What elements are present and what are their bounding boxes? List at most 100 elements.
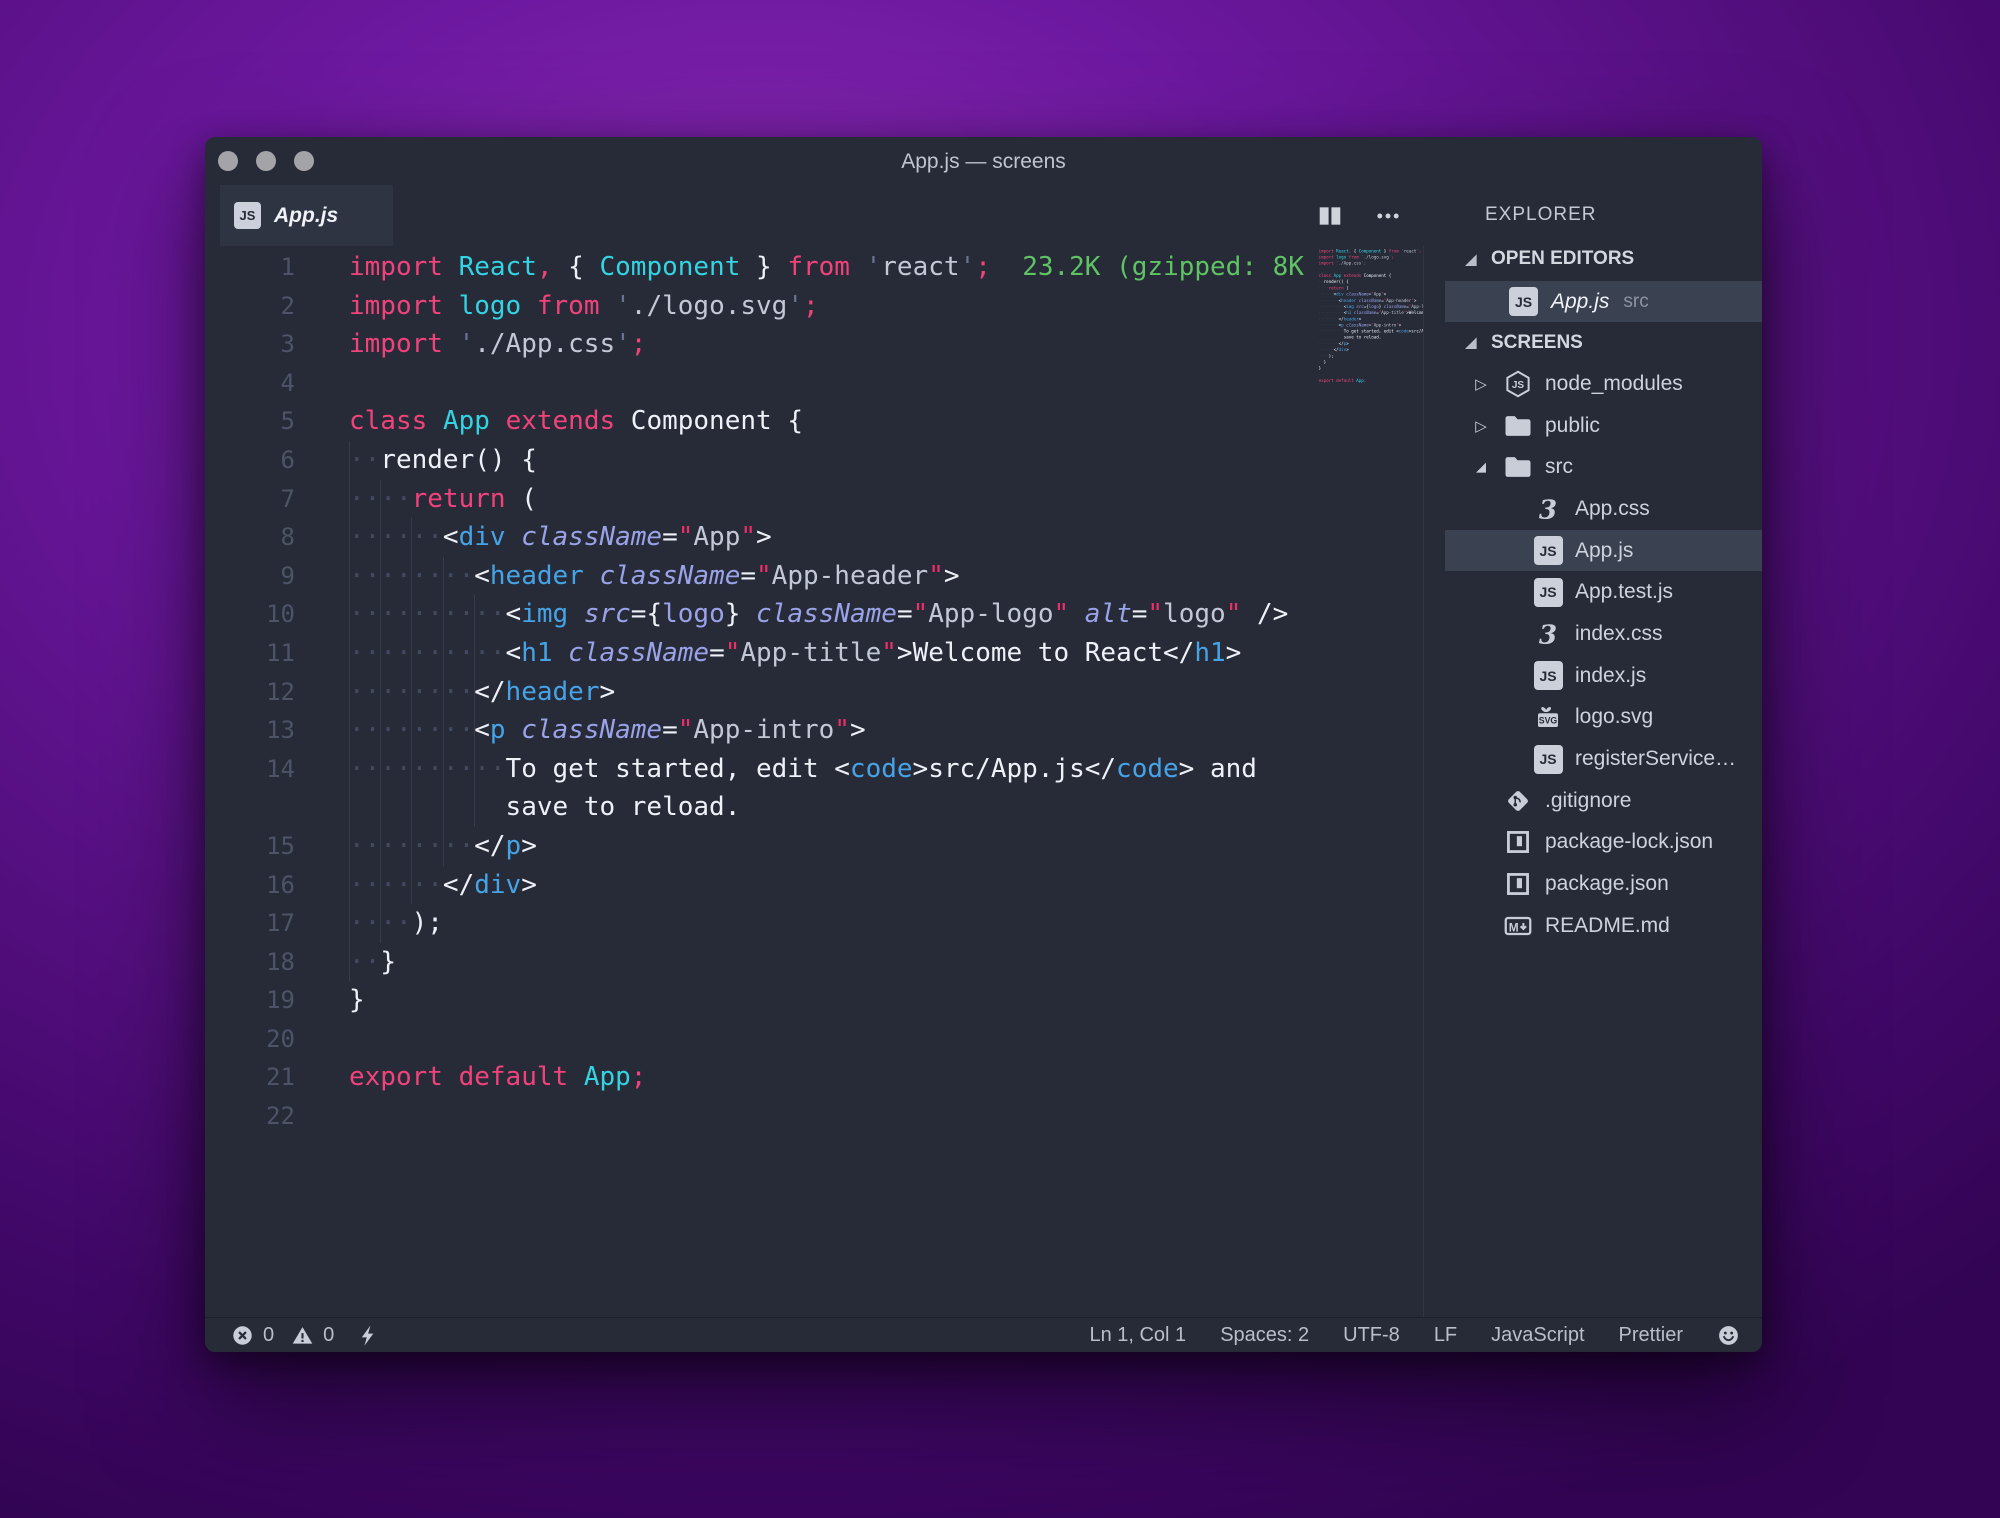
status-indentation[interactable]: Spaces: 2 xyxy=(1220,1324,1309,1347)
code-editor[interactable]: 1import React, { Component } from 'react… xyxy=(205,246,1445,1318)
code-line[interactable]: 19} xyxy=(205,981,1445,1020)
code-line[interactable]: 7····return ( xyxy=(205,480,1445,519)
tab-label: App.js xyxy=(274,204,338,228)
tree-item-public[interactable]: ▷ public xyxy=(1445,405,1762,447)
title-bar[interactable]: App.js — screens xyxy=(205,137,1762,185)
tree-item-label: package.json xyxy=(1545,872,1669,896)
tree-item-logo-svg[interactable]: SVG logo.svg xyxy=(1445,697,1762,739)
code-line[interactable]: 8······<div className="App"> xyxy=(205,518,1445,557)
js-badge-icon: JS xyxy=(234,202,261,229)
code-line[interactable]: 10··········<img src={logo} className="A… xyxy=(205,595,1445,634)
open-editor-label: App.js xyxy=(1551,290,1609,314)
tree-item-label: index.css xyxy=(1575,622,1663,646)
svg-text:JS: JS xyxy=(1512,380,1525,391)
gitignore-icon xyxy=(1503,786,1533,816)
chevron-expanded-icon: ◢ xyxy=(1461,251,1481,268)
code-line[interactable]: 3import './App.css'; xyxy=(205,325,1445,364)
line-number: 20 xyxy=(205,1020,295,1059)
js-file-icon: JS xyxy=(1509,287,1538,316)
tree-item--gitignore[interactable]: .gitignore xyxy=(1445,780,1762,822)
line-number: 8 xyxy=(205,518,295,557)
tree-item-index-css[interactable]: 3 index.css xyxy=(1445,613,1762,655)
line-number: 7 xyxy=(205,480,295,519)
code-line[interactable]: import React, { Component } from 'react'… xyxy=(1310,248,1423,254)
code-line[interactable]: 11··········<h1 className="App-title">We… xyxy=(205,634,1445,673)
status-cursor-position[interactable]: Ln 1, Col 1 xyxy=(1089,1324,1186,1347)
js-file-icon: JS xyxy=(1534,536,1563,565)
code-line[interactable]: 9········<header className="App-header"> xyxy=(205,557,1445,596)
code-line[interactable]: 18··} xyxy=(205,943,1445,982)
screens-section-label: SCREENS xyxy=(1491,332,1583,354)
code-line[interactable]: 2import logo from './logo.svg'; xyxy=(205,287,1445,326)
tree-item-label: src xyxy=(1545,455,1573,479)
tree-item-node-modules[interactable]: ▷JS node_modules xyxy=(1445,363,1762,405)
minimap[interactable]: import React, { Component } from 'react'… xyxy=(1310,248,1423,423)
line-number: 18 xyxy=(205,943,295,982)
line-number: 4 xyxy=(205,364,295,403)
tree-item-package-json[interactable]: package.json xyxy=(1445,863,1762,905)
code-line[interactable]: 22 xyxy=(205,1097,1445,1136)
code-line[interactable] xyxy=(1310,384,1423,390)
tree-item-label: logo.svg xyxy=(1575,705,1653,729)
code-line[interactable]: 14··········To get started, edit <code>s… xyxy=(205,750,1445,789)
tree-item-readme-md[interactable]: M README.md xyxy=(1445,905,1762,947)
line-number: 12 xyxy=(205,673,295,712)
code-line[interactable]: 17····); xyxy=(205,904,1445,943)
tree-item-label: README.md xyxy=(1545,914,1670,938)
status-eol[interactable]: LF xyxy=(1434,1324,1457,1347)
code-line[interactable]: 6··render() { xyxy=(205,441,1445,480)
tree-item-label: public xyxy=(1545,414,1600,438)
code-line[interactable]: 15········</p> xyxy=(205,827,1445,866)
svg-file-icon: SVG xyxy=(1533,702,1563,732)
minimap-divider xyxy=(1423,246,1424,1318)
screens-section-header[interactable]: ◢ SCREENS xyxy=(1445,322,1762,363)
warning-count[interactable]: 0 xyxy=(323,1324,334,1347)
code-line[interactable]: 12········</header> xyxy=(205,673,1445,712)
line-number: 21 xyxy=(205,1058,295,1097)
line-number: 15 xyxy=(205,827,295,866)
code-line[interactable]: 1import React, { Component } from 'react… xyxy=(205,248,1445,287)
chevron-expanded-icon: ◢ xyxy=(1459,459,1503,475)
open-editor-item[interactable]: JS App.js src xyxy=(1445,281,1762,322)
svg-text:3: 3 xyxy=(1539,494,1557,524)
tree-item-app-css[interactable]: 3 App.css xyxy=(1445,488,1762,530)
open-editors-header[interactable]: ◢ OPEN EDITORS xyxy=(1445,237,1762,281)
tree-item-package-lock-json[interactable]: package-lock.json xyxy=(1445,822,1762,864)
code-line[interactable]: save to reload. xyxy=(205,788,1445,827)
code-line[interactable]: 13········<p className="App-intro"> xyxy=(205,711,1445,750)
code-line[interactable]: 5class App extends Component { xyxy=(205,402,1445,441)
status-language-mode[interactable]: JavaScript xyxy=(1491,1324,1584,1347)
line-number: 10 xyxy=(205,595,295,634)
lightning-icon[interactable] xyxy=(357,1324,380,1347)
code-line[interactable]: 21export default App; xyxy=(205,1058,1445,1097)
vscode-window: App.js — screens JS App.js 1import React… xyxy=(205,137,1762,1352)
error-icon[interactable] xyxy=(231,1324,254,1347)
status-formatter[interactable]: Prettier xyxy=(1619,1324,1683,1347)
svg-text:3: 3 xyxy=(1539,619,1557,649)
line-number: 5 xyxy=(205,402,295,441)
status-encoding[interactable]: UTF-8 xyxy=(1343,1324,1400,1347)
code-line[interactable]: 4 xyxy=(205,364,1445,403)
tree-item-registerservice-[interactable]: JS registerService… xyxy=(1445,738,1762,780)
line-number: 17 xyxy=(205,904,295,943)
tree-item-src[interactable]: ◢ src xyxy=(1445,446,1762,488)
tree-item-index-js[interactable]: JS index.js xyxy=(1445,655,1762,697)
tree-item-app-js[interactable]: JS App.js xyxy=(1445,530,1762,572)
tab-appjs[interactable]: JS App.js xyxy=(220,185,393,246)
code-line[interactable]: 20 xyxy=(205,1020,1445,1059)
split-editor-icon[interactable] xyxy=(1315,201,1345,231)
tree-item-app-test-js[interactable]: JS App.test.js xyxy=(1445,571,1762,613)
more-actions-icon[interactable] xyxy=(1373,201,1403,231)
code-line[interactable]: ··········<h1 className="App-title">Welc… xyxy=(1310,310,1423,316)
error-count[interactable]: 0 xyxy=(263,1324,274,1347)
feedback-smiley-icon[interactable] xyxy=(1717,1324,1740,1347)
line-number: 3 xyxy=(205,325,295,364)
code-line[interactable]: 16······</div> xyxy=(205,866,1445,905)
warning-icon[interactable] xyxy=(291,1324,314,1347)
js-file-icon: JS xyxy=(1534,661,1563,690)
js-file-icon: JS xyxy=(1534,745,1563,774)
line-number: 13 xyxy=(205,711,295,750)
code-lines: 1import React, { Component } from 'react… xyxy=(205,248,1445,1136)
file-tree: ▷JS node_modules ▷ public ◢ src 3 App.cs… xyxy=(1445,363,1762,947)
window-title: App.js — screens xyxy=(205,137,1762,185)
